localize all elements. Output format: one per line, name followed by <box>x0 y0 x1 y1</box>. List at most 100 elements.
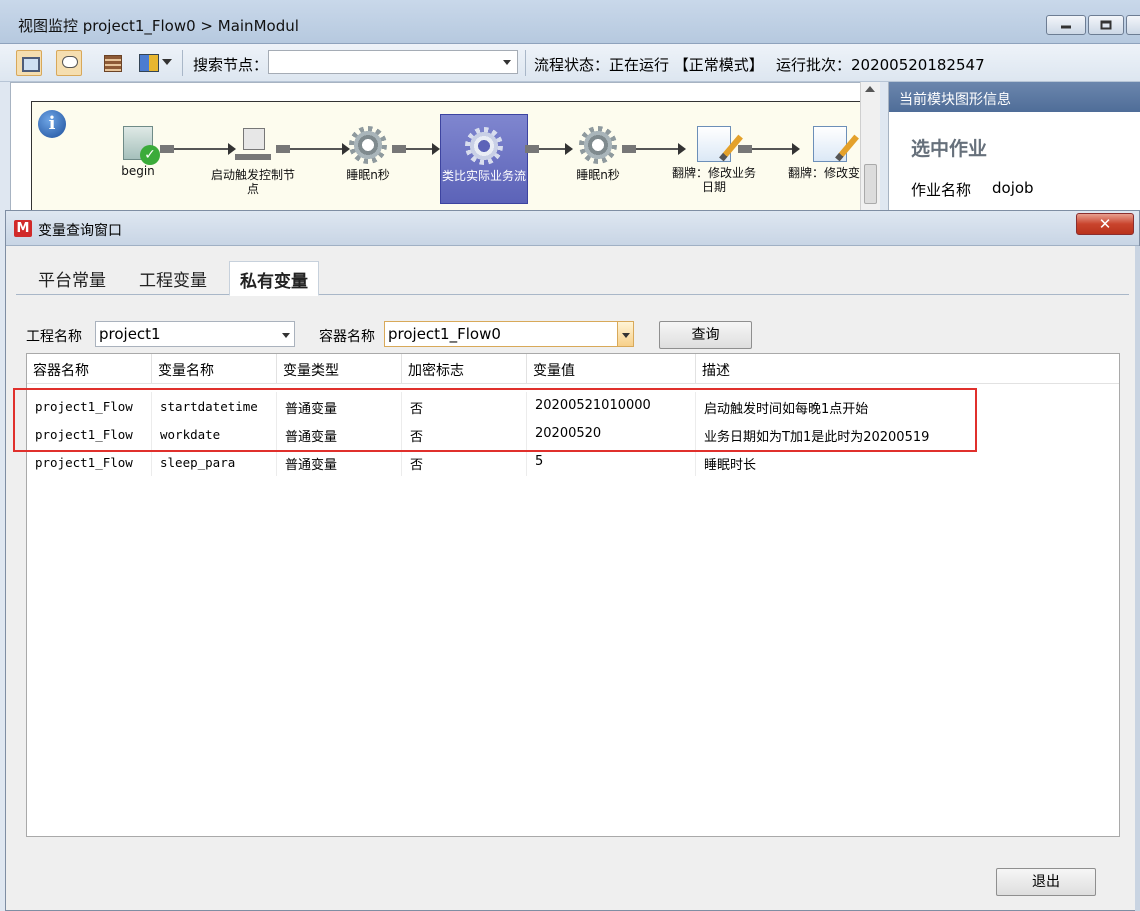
flow-node-sleep-1[interactable]: 睡眠n秒 <box>322 126 414 182</box>
flow-diagram-area: i begin 启动触发控制节点 睡眠n秒 类比实际业务流 <box>10 82 880 218</box>
scrollbar-thumb[interactable] <box>864 164 877 204</box>
gear-icon <box>465 127 503 165</box>
flow-node-label: 类比实际业务流 <box>441 169 526 183</box>
maximize-button[interactable] <box>1088 15 1124 35</box>
project-name-label: 工程名称 <box>26 329 82 345</box>
cell-variable-name: sleep_para <box>152 448 277 476</box>
chevron-down-icon[interactable] <box>162 59 172 65</box>
tab-platform-constants[interactable]: 平台常量 <box>28 264 116 294</box>
cell-variable-type: 普通变量 <box>277 420 402 448</box>
variables-table: 容器名称 变量名称 变量类型 加密标志 变量值 描述 project1_Flow… <box>26 353 1120 837</box>
edit-document-icon <box>813 126 847 162</box>
gear-icon <box>349 126 387 164</box>
cell-variable-name: startdatetime <box>152 392 277 420</box>
cell-container: project1_Flow <box>27 448 152 476</box>
cell-variable-type: 普通变量 <box>277 392 402 420</box>
cell-variable-type: 普通变量 <box>277 448 402 476</box>
cell-encrypted: 否 <box>402 448 527 476</box>
table-row[interactable]: project1_Flow workdate 普通变量 否 20200520 业… <box>27 420 1119 448</box>
filter-row: 工程名称 project1 容器名称 project1_Flow0 查询 <box>26 321 1116 351</box>
monitor-title: 视图监控 project1_Flow0 > MainModul <box>18 17 299 35</box>
cell-description: 业务日期如为T加1是此时为20200519 <box>704 430 930 445</box>
chevron-up-icon[interactable] <box>865 86 875 92</box>
job-name-value: dojob <box>992 179 1034 197</box>
container-name-select[interactable]: project1_Flow0 <box>384 321 634 347</box>
search-node-label: 搜索节点： <box>193 56 269 74</box>
message-icon[interactable] <box>56 50 82 76</box>
flow-node-sleep-2[interactable]: 睡眠n秒 <box>552 126 644 182</box>
run-batch-text: 运行批次：20200520182547 <box>776 56 985 74</box>
module-info-panel: 当前模块图形信息 选中作业 作业名称 dojob <box>888 82 1140 217</box>
cell-value: 5 <box>527 448 696 476</box>
layout-icon[interactable] <box>136 50 162 76</box>
minimize-button[interactable] <box>1046 15 1086 35</box>
window-close-button[interactable] <box>1126 15 1140 35</box>
flow-node-flip-date[interactable]: 翻牌：修改业务日期 <box>668 126 760 194</box>
flow-node-label: 睡眠n秒 <box>346 168 390 182</box>
close-button[interactable]: ✕ <box>1076 213 1134 235</box>
flow-connector <box>392 143 440 155</box>
column-header-value[interactable]: 变量值 <box>527 354 696 384</box>
dialog-border <box>1135 246 1140 911</box>
cell-value: 20200521010000 <box>527 392 696 420</box>
flow-node-business[interactable]: 类比实际业务流 <box>440 114 528 204</box>
flow-node-trigger[interactable]: 启动触发控制节点 <box>207 126 299 196</box>
column-header-container[interactable]: 容器名称 <box>27 354 152 384</box>
cell-description: 启动触发时间如每晚1点开始 <box>704 402 869 417</box>
project-name-select[interactable]: project1 <box>95 321 295 347</box>
dialog-titlebar: M 变量查询窗口 ✕ <box>6 211 1139 246</box>
monitor-view-icon[interactable] <box>16 50 42 76</box>
flow-vertical-scrollbar[interactable] <box>860 82 880 217</box>
variable-tabs: 平台常量 工程变量 私有变量 <box>16 259 1129 296</box>
flow-node-flip-var[interactable]: 翻牌：修改变量 <box>784 126 866 180</box>
minimize-icon <box>1061 25 1071 29</box>
info-panel-header: 当前模块图形信息 <box>889 82 1140 112</box>
job-name-label: 作业名称 <box>911 181 972 199</box>
flow-node-label: 睡眠n秒 <box>576 168 620 182</box>
tab-private-variables[interactable]: 私有变量 <box>229 261 319 296</box>
cell-description: 睡眠时长 <box>704 458 757 473</box>
flow-node-label: 翻牌：修改业务日期 <box>671 166 756 194</box>
container-name-label: 容器名称 <box>319 329 375 345</box>
flow-node-label: begin <box>121 164 155 178</box>
computer-icon <box>235 126 271 164</box>
query-button[interactable]: 查询 <box>659 321 752 349</box>
exit-button[interactable]: 退出 <box>996 868 1096 896</box>
column-header-encrypted[interactable]: 加密标志 <box>402 354 527 384</box>
monitor-toolbar: 搜索节点： 流程状态：正在运行 【正常模式】 运行批次：202005201825… <box>0 44 1140 82</box>
toolbar-separator <box>182 50 183 76</box>
info-panel-subtitle: 选中作业 <box>911 138 988 160</box>
table-header: 容器名称 变量名称 变量类型 加密标志 变量值 描述 <box>27 354 1119 384</box>
flow-node-label: 翻牌：修改变量 <box>787 166 866 180</box>
monitor-titlebar: 视图监控 project1_Flow0 > MainModul <box>0 0 1140 44</box>
log-list-icon[interactable] <box>100 50 126 76</box>
variable-query-dialog: M 变量查询窗口 ✕ 平台常量 工程变量 私有变量 工程名称 project1 … <box>5 210 1140 911</box>
gear-icon <box>579 126 617 164</box>
flow-node-label: 启动触发控制节点 <box>210 168 295 196</box>
table-row[interactable]: project1_Flow startdatetime 普通变量 否 20200… <box>27 392 1119 420</box>
cell-variable-name: workdate <box>152 420 277 448</box>
info-icon[interactable]: i <box>38 110 66 138</box>
flow-canvas: i begin 启动触发控制节点 睡眠n秒 类比实际业务流 <box>31 101 866 218</box>
dialog-title: 变量查询窗口 <box>38 223 122 239</box>
column-header-variable-name[interactable]: 变量名称 <box>152 354 277 384</box>
document-check-icon <box>123 126 160 165</box>
cell-encrypted: 否 <box>402 392 527 420</box>
cell-container: project1_Flow <box>27 420 152 448</box>
chevron-down-icon[interactable] <box>282 333 290 338</box>
search-node-combobox[interactable] <box>268 50 518 74</box>
chevron-down-icon[interactable] <box>622 333 630 338</box>
toolbar-separator <box>525 50 526 76</box>
column-header-description[interactable]: 描述 <box>696 354 1119 384</box>
app-logo-icon: M <box>14 220 32 237</box>
cell-container: project1_Flow <box>27 392 152 420</box>
cell-encrypted: 否 <box>402 420 527 448</box>
maximize-icon <box>1100 20 1112 30</box>
tab-project-variables[interactable]: 工程变量 <box>129 264 217 294</box>
flow-status-text: 流程状态：正在运行 【正常模式】 <box>534 56 764 74</box>
cell-value: 20200520 <box>527 420 696 448</box>
edit-document-icon <box>697 126 731 162</box>
column-header-variable-type[interactable]: 变量类型 <box>277 354 402 384</box>
table-row[interactable]: project1_Flow sleep_para 普通变量 否 5 睡眠时长 <box>27 448 1119 476</box>
chevron-down-icon[interactable] <box>503 60 511 65</box>
